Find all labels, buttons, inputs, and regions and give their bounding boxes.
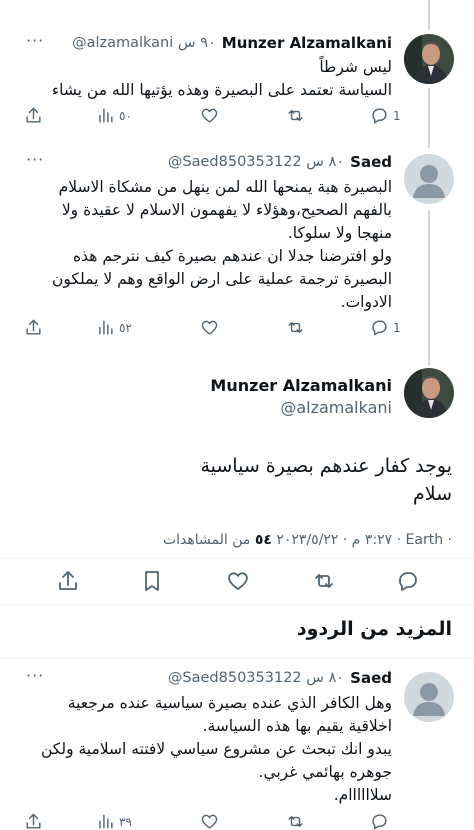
author-name[interactable]: Munzer Alzamalkani bbox=[222, 34, 392, 52]
like-button[interactable] bbox=[200, 106, 219, 125]
views-icon bbox=[99, 320, 113, 335]
avatar[interactable] bbox=[404, 154, 454, 204]
tweet-text: ليس شرطاً السياسة تعتمد على البصيرة وهذه… bbox=[51, 58, 392, 99]
retweet-button[interactable] bbox=[286, 318, 305, 337]
reply-icon bbox=[372, 814, 387, 830]
author-name[interactable]: Munzer Alzamalkani bbox=[210, 376, 392, 395]
like-button[interactable] bbox=[226, 569, 250, 597]
reply-count: 1 bbox=[393, 320, 401, 335]
more-options-icon[interactable]: ··· bbox=[26, 666, 44, 685]
reply-button[interactable]: 1 bbox=[370, 318, 401, 337]
more-options-icon[interactable]: ··· bbox=[26, 31, 44, 50]
like-button[interactable] bbox=[200, 318, 219, 337]
like-icon bbox=[201, 108, 218, 123]
author-name[interactable]: Saed bbox=[350, 669, 392, 687]
action-bar: ٥٠ 1 bbox=[24, 106, 401, 130]
handle-time[interactable]: @Saed850353122 ٨٠ س bbox=[168, 670, 344, 686]
views-count: ٥٠ bbox=[119, 108, 132, 123]
reply-icon bbox=[399, 572, 417, 591]
avatar[interactable] bbox=[404, 672, 454, 722]
bookmark-icon bbox=[145, 571, 159, 591]
retweet-button[interactable] bbox=[312, 569, 336, 597]
reply-icon bbox=[372, 320, 387, 336]
retweet-icon bbox=[315, 574, 333, 588]
avatar[interactable] bbox=[404, 368, 454, 418]
retweet-icon bbox=[288, 322, 303, 333]
reply-button[interactable] bbox=[396, 569, 420, 597]
reply-count: 1 bbox=[393, 108, 401, 123]
bookmark-button[interactable] bbox=[140, 569, 164, 597]
action-bar: ٥٢ 1 bbox=[24, 318, 401, 342]
retweet-icon bbox=[288, 110, 303, 121]
share-icon bbox=[26, 319, 41, 335]
reply-icon bbox=[372, 108, 387, 124]
views-icon bbox=[99, 814, 113, 829]
tweet-date[interactable]: ٣:٢٧ م · ٢٠٢٣/٥/٢٢ · Earth · bbox=[276, 532, 452, 548]
retweet-button[interactable] bbox=[286, 812, 305, 830]
views-count: ٥٤ bbox=[254, 532, 272, 548]
views-button[interactable]: ٥٢ bbox=[96, 318, 132, 337]
views-button[interactable]: ٥٠ bbox=[96, 106, 132, 125]
views-label: من المشاهدات bbox=[162, 532, 251, 548]
share-button[interactable] bbox=[56, 569, 80, 597]
share-icon bbox=[26, 813, 41, 829]
share-icon bbox=[59, 571, 77, 590]
views-button[interactable]: ٣٩ bbox=[96, 812, 132, 830]
tweet-text: يوجد كفار عندهم بصيرة سياسية سلام bbox=[200, 455, 452, 505]
reply-button[interactable]: 1 bbox=[370, 106, 401, 125]
divider bbox=[0, 658, 474, 659]
handle-time[interactable]: @alzamalkani ٩٠ س bbox=[72, 35, 216, 51]
handle-time[interactable]: @Saed850353122 ٨٠ س bbox=[168, 154, 344, 170]
views-count: ٣٩ bbox=[119, 814, 132, 829]
share-button[interactable] bbox=[24, 812, 43, 830]
tweet-header: Saed @Saed850353122 ٨٠ س bbox=[10, 152, 392, 172]
tweet-meta: ٣:٢٧ م · ٢٠٢٣/٥/٢٢ · Earth · ٥٤ من المشا… bbox=[22, 532, 452, 548]
thread-connector bbox=[428, 0, 430, 30]
like-icon bbox=[201, 320, 218, 335]
views-count: ٥٢ bbox=[119, 320, 132, 335]
share-button[interactable] bbox=[24, 318, 43, 337]
tweet-text: وهل الكافر الذي عنده بصيرة سياسية عنده م… bbox=[41, 694, 392, 804]
tweet-header: Saed @Saed850353122 ٨٠ س bbox=[10, 668, 392, 688]
share-button[interactable] bbox=[24, 106, 43, 125]
action-bar bbox=[40, 569, 440, 595]
tweet-text: البصيرة هبة يمنحها الله لمن ينهل من مشكا… bbox=[52, 178, 392, 311]
divider bbox=[0, 604, 474, 605]
avatar[interactable] bbox=[404, 34, 454, 84]
share-icon bbox=[26, 107, 41, 123]
like-icon bbox=[201, 814, 218, 829]
tweet-header: Munzer Alzamalkani @alzamalkani ٩٠ س bbox=[10, 33, 392, 53]
more-replies-heading: المزيد من الردود bbox=[296, 618, 452, 640]
retweet-icon bbox=[288, 816, 303, 827]
retweet-button[interactable] bbox=[286, 106, 305, 125]
thread-connector bbox=[428, 88, 430, 148]
author-name[interactable]: Saed bbox=[350, 153, 392, 171]
views-icon bbox=[99, 108, 113, 123]
like-icon bbox=[228, 572, 248, 590]
like-button[interactable] bbox=[200, 812, 219, 830]
reply-button[interactable] bbox=[370, 812, 389, 830]
author-handle[interactable]: @alzamalkani bbox=[280, 398, 392, 417]
more-options-icon[interactable]: ··· bbox=[26, 150, 44, 169]
thread-connector bbox=[428, 210, 430, 365]
action-bar: ٣٩ bbox=[24, 812, 387, 830]
divider bbox=[0, 558, 474, 559]
